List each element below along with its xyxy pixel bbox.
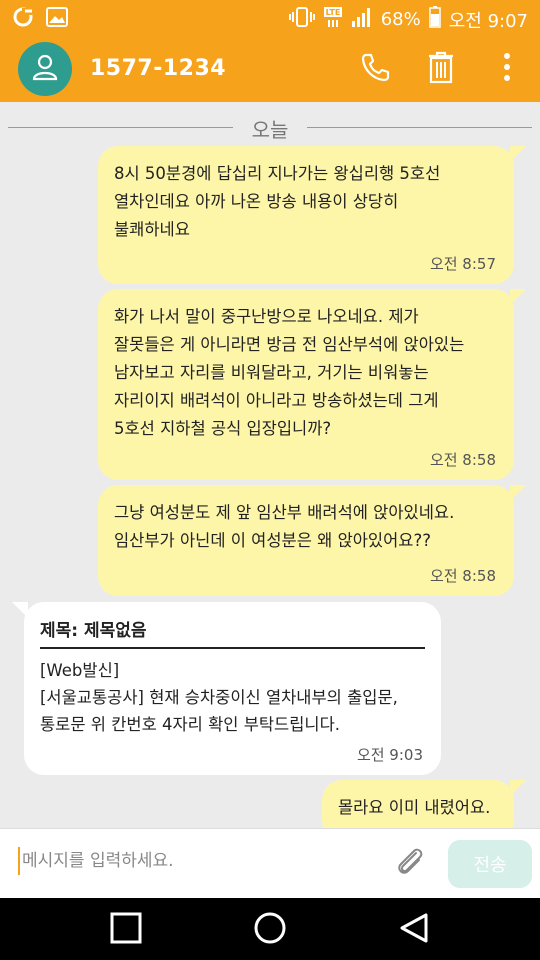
app-notification-icon <box>12 6 34 32</box>
message-bubble-outgoing[interactable]: 8시 50분경에 답십리 지나가는 왕십리행 5호선 열차인데요 아까 나온 방… <box>98 146 526 284</box>
more-icon <box>503 52 511 86</box>
message-time: 오전 8:58 <box>429 451 496 469</box>
message-text: 몰라요 이미 내렸어요. <box>338 798 491 817</box>
compose-bar: 전송 <box>0 828 540 898</box>
signal-icon <box>351 6 373 33</box>
more-options-button[interactable] <box>488 50 526 88</box>
lte-icon: LTE <box>323 6 343 33</box>
message-bubble-outgoing[interactable]: 몰라요 이미 내렸어요. <box>322 780 526 828</box>
conversation-header: 1577-1234 <box>0 36 540 102</box>
message-text: 8시 50분경에 답십리 지나가는 왕십리행 5호선 열차인데요 아까 나온 방… <box>114 164 441 239</box>
status-bar: LTE 68% 오전 9:07 <box>0 0 540 36</box>
triangle-back-icon <box>398 912 430 948</box>
call-button[interactable] <box>356 50 394 88</box>
gallery-icon <box>46 7 68 31</box>
delete-button[interactable] <box>422 50 460 88</box>
square-icon <box>110 912 142 948</box>
message-text: [Web발신] [서울교통공사] 현재 승차중이신 열차내부의 출입문, 통로문… <box>40 661 398 734</box>
contact-number: 1577-1234 <box>90 56 227 81</box>
paperclip-icon <box>392 848 428 885</box>
battery-icon <box>428 6 441 33</box>
message-time: 오전 9:03 <box>356 746 423 764</box>
attach-button[interactable] <box>392 845 428 881</box>
message-text: 그냥 여성분도 제 앞 임산부 배려석에 앉아있네요. 임산부가 아닌데 이 여… <box>114 503 455 550</box>
back-button[interactable] <box>396 912 432 948</box>
battery-percent: 68% <box>380 9 421 30</box>
text-caret <box>18 847 20 875</box>
svg-text:LTE: LTE <box>325 8 340 17</box>
message-subject: 제목: 제목없음 <box>40 616 425 649</box>
message-bubble-outgoing[interactable]: 화가 나서 말이 중구난방으로 나오네요. 제가 잘못들은 게 아니라면 방금 … <box>98 289 526 480</box>
message-bubble-incoming[interactable]: 제목: 제목없음 [Web발신] [서울교통공사] 현재 승차중이신 열차내부의… <box>12 602 441 775</box>
circle-icon <box>253 911 287 949</box>
message-bubble-outgoing[interactable]: 그냥 여성분도 제 앞 임산부 배려석에 앉아있네요. 임산부가 아닌데 이 여… <box>98 485 526 596</box>
phone-icon <box>359 51 391 87</box>
message-input[interactable] <box>22 843 382 879</box>
vibrate-icon <box>288 6 315 33</box>
send-button[interactable]: 전송 <box>448 840 532 888</box>
avatar[interactable] <box>18 42 72 96</box>
date-label: 오늘 <box>251 118 289 142</box>
date-separator: 오늘 <box>8 114 532 142</box>
message-list[interactable]: 오늘 8시 50분경에 답십리 지나가는 왕십리행 5호선 열차인데요 아까 나… <box>0 102 540 828</box>
person-icon <box>30 52 60 86</box>
system-nav-bar <box>0 898 540 960</box>
home-button[interactable] <box>252 912 288 948</box>
message-text: 화가 나서 말이 중구난방으로 나오네요. 제가 잘못들은 게 아니라면 방금 … <box>114 307 465 438</box>
message-time: 오전 8:57 <box>429 255 496 273</box>
status-time: 오전 9:07 <box>448 10 528 32</box>
trash-icon <box>426 50 456 88</box>
message-time: 오전 8:58 <box>429 567 496 585</box>
recent-apps-button[interactable] <box>108 912 144 948</box>
